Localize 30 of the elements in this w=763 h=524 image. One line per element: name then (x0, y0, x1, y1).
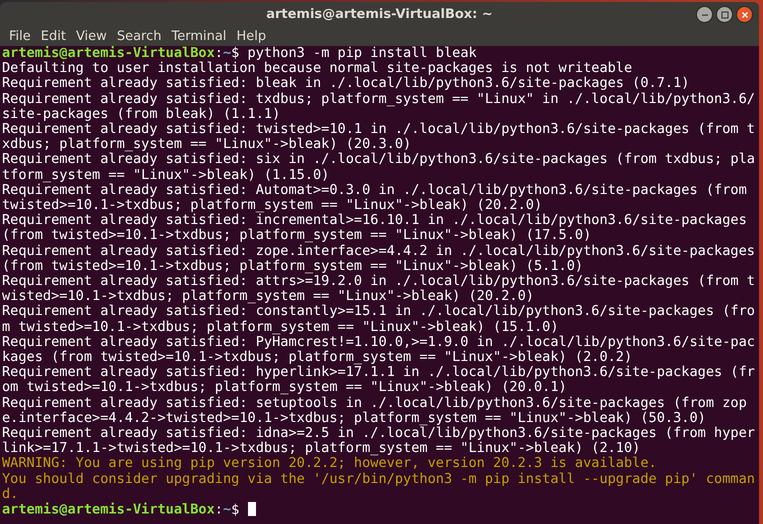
output-line: Requirement already satisfied: incremental>=16.10.1 in ./.local/lib/python3.6/site-packages (from twisted>=10.1->txdbus; platform_system == "Linux"->bleak) (17.5.0) (2, 213, 748, 244)
output-line: Requirement already satisfied: twisted>=10.1 in ./.local/lib/python3.6/site-packages (from txdbus; platform_system == "Linux"->bleak) (20.3.0) (2, 122, 755, 152)
output-line: Requirement already satisfied: zope.interface>=4.4.2 in ./.local/lib/python3.6/site-packages (from twisted>=10.1->txdbus; platform_system == "Linux"->bleak) (5.1.0) (2, 244, 755, 274)
maximize-icon (720, 10, 728, 18)
output-line: Requirement already satisfied: setuptools in ./.local/lib/python3.6/site-packages (from zope.interface>=4.4.2->twisted>=10.1->txdbus; platform_system == "Linux"->bleak) (50.3.0) (2, 396, 748, 426)
close-icon (740, 10, 748, 18)
maximize-button[interactable] (716, 6, 733, 23)
menu-item[interactable]: File (4, 29, 36, 44)
output-line: Requirement already satisfied: PyHamcrest!=1.10.0,>=1.9.0 in ./.local/lib/python3.6/site-packages (from twisted>=10.1->txdbus; platform_system == "Linux"->bleak) (2.0.2) (2, 334, 755, 366)
warning-line: You should consider upgrading via the '/usr/bin/python3 -m pip install --upgrade pip' command. (2, 472, 755, 502)
output-line: Requirement already satisfied: bleak in ./.local/lib/python3.6/site-packages (0.7.1) (2, 76, 690, 92)
output-line: Requirement already satisfied: Automat>=0.3.0 in ./.local/lib/python3.6/site-packages (from twisted>=10.1->txdbus; platform_system == "Linux"->bleak) (20.2.0) (2, 182, 748, 214)
prompt-line: artemis@artemis-VirtualBox:~$ python3 -m pip install bleak (2, 46, 478, 62)
menu-item[interactable]: View (70, 29, 112, 44)
output-line: Requirement already satisfied: constantly>=15.1 in ./.local/lib/python3.6/site-packages (from twisted>=10.1->txdbus; platform_system == "Linux"->bleak) (15.1.0) (2, 304, 755, 335)
output-line: Requirement already satisfied: idna>=2.5 in ./.local/lib/python3.6/site-packages (from hyperlink>=17.1.1->twisted>=10.1->txdbus; platform_system == "Linux"->bleak) (2.10) (2, 426, 755, 456)
prompt-line: artemis@artemis-VirtualBox:~$ (2, 502, 755, 518)
close-button[interactable] (736, 6, 753, 23)
output-line: Requirement already satisfied: six in ./.local/lib/python3.6/site-packages (from txdbus; platform_system == "Linux"->bleak) (1.15.0) (2, 152, 755, 183)
menu-item[interactable]: Terminal (166, 29, 232, 44)
menu-item[interactable]: Edit (36, 29, 71, 44)
output-line: Requirement already satisfied: txdbus; platform_system == "Linux" in ./.local/lib/python3.6/site-packages (from bleak) (1.1.1) (2, 92, 755, 122)
window-title: artemis@artemis-VirtualBox: ~ (266, 7, 493, 22)
minimize-button[interactable] (696, 6, 713, 23)
output-line: Requirement already satisfied: hyperlink>=17.1.1 in ./.local/lib/python3.6/site-packages (from twisted>=10.1->txdbus; platform_system == "Linux"->bleak) (20.0.1) (2, 365, 755, 396)
menu-item[interactable]: Help (231, 29, 272, 44)
output-line: Defaulting to user installation because normal site-packages is not writeable (2, 61, 634, 76)
output-line: Requirement already satisfied: attrs>=19.2.0 in ./.local/lib/python3.6/site-packages (from twisted>=10.1->txdbus; platform_system == "Linux"->bleak) (20.2.0) (2, 274, 755, 304)
warning-line: WARNING: You are using pip version 20.2.2; however, version 20.2.3 is available. (2, 456, 658, 472)
menu-item[interactable]: Search (112, 29, 166, 44)
